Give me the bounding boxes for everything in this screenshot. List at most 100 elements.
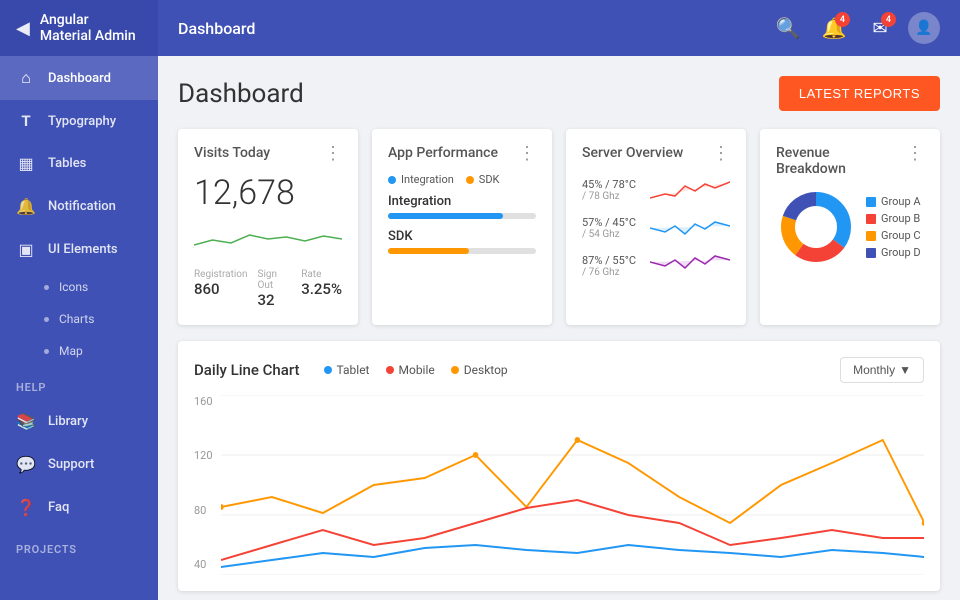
legend-tablet: Tablet	[324, 363, 370, 377]
performance-legend: Integration SDK	[388, 173, 536, 186]
server-row-2: 57% / 45°C / 54 Ghz	[582, 211, 730, 245]
desktop-point	[472, 452, 478, 458]
performance-bars: Integration SDK	[388, 194, 536, 254]
sidebar: ◀ Angular Material Admin ⌂ Dashboard T T…	[0, 0, 158, 600]
support-icon: 💬	[16, 455, 36, 474]
sdk-label: SDK	[479, 173, 500, 186]
sidebar-sub-item-charts[interactable]: Charts	[0, 303, 158, 335]
group-b-color	[866, 214, 876, 224]
group-d-color	[866, 248, 876, 258]
server-card-title: Server Overview	[582, 145, 683, 161]
server-card-header: Server Overview ⋮	[582, 145, 730, 163]
cards-row: Visits Today ⋮ 12,678 Registration 860 S…	[178, 129, 940, 325]
sdk-dot	[466, 176, 474, 184]
avatar[interactable]: 👤	[908, 12, 940, 44]
sidebar-item-faq[interactable]: ❓ Faq	[0, 486, 158, 529]
integration-bar-bg	[388, 213, 536, 219]
donut-legend-a: Group A	[866, 195, 921, 208]
desktop-label: Desktop	[464, 363, 508, 377]
page-title: Dashboard	[178, 79, 304, 109]
group-c-label: Group C	[881, 229, 921, 242]
notification-icon: 🔔	[16, 197, 36, 216]
stat-rate-value: 3.25%	[301, 280, 342, 298]
performance-card-menu[interactable]: ⋮	[518, 145, 536, 163]
monthly-button[interactable]: Monthly ▼	[840, 357, 924, 383]
message-badge: 4	[881, 12, 896, 27]
server-row-2-temp: 57% / 45°C	[582, 216, 636, 229]
y-label-40: 40	[194, 558, 213, 571]
section-help: HELP	[0, 367, 158, 400]
sidebar-item-ui-elements[interactable]: ▣ UI Elements	[0, 228, 158, 271]
ui-elements-icon: ▣	[16, 240, 36, 259]
legend-integration: Integration	[388, 173, 454, 186]
stat-registration: Registration 860	[194, 269, 248, 309]
group-a-color	[866, 197, 876, 207]
sidebar-sub-item-map[interactable]: Map	[0, 335, 158, 367]
sdk-bar-bg	[388, 248, 536, 254]
server-rows: 45% / 78°C / 78 Ghz 57% / 45°C / 54 Ghz	[582, 173, 730, 283]
latest-reports-button[interactable]: Latest Reports	[779, 76, 940, 111]
server-row-3: 87% / 55°C / 76 Ghz	[582, 249, 730, 283]
donut-legend-b: Group B	[866, 212, 921, 225]
sdk-bar-label: SDK	[388, 229, 536, 244]
sidebar-item-support[interactable]: 💬 Support	[0, 443, 158, 486]
sidebar-item-dashboard[interactable]: ⌂ Dashboard	[0, 56, 158, 100]
sidebar-item-typography[interactable]: T Typography	[0, 100, 158, 142]
sidebar-sub-item-icons[interactable]: Icons	[0, 271, 158, 303]
server-mini-chart-2	[650, 214, 730, 242]
group-d-label: Group D	[881, 246, 921, 259]
tablet-label: Tablet	[337, 363, 370, 377]
performance-card-title: App Performance	[388, 145, 498, 161]
server-row-2-sub: / 54 Ghz	[582, 229, 636, 240]
page-header: Dashboard Latest Reports	[178, 76, 940, 111]
sidebar-header: ◀ Angular Material Admin	[0, 0, 158, 56]
mobile-dot	[386, 366, 394, 374]
server-card-menu[interactable]: ⋮	[712, 145, 730, 163]
donut-chart	[776, 187, 856, 267]
server-row-1-temp: 45% / 78°C	[582, 178, 636, 191]
sidebar-item-label: Library	[48, 414, 88, 429]
sidebar-item-label: Tables	[48, 156, 86, 171]
desktop-point	[221, 504, 224, 510]
dot-icon	[44, 317, 49, 322]
visits-card-menu[interactable]: ⋮	[324, 145, 342, 163]
server-row-3-sub: / 76 Ghz	[582, 267, 636, 278]
donut-container: Group A Group B Group C Group D	[776, 187, 924, 267]
sidebar-item-label: Support	[48, 457, 94, 472]
revenue-card-title: Revenue	[776, 145, 846, 161]
revenue-card: Revenue Breakdown ⋮	[760, 129, 940, 325]
search-button[interactable]: 🔍	[770, 10, 806, 46]
server-mini-chart-1	[650, 176, 730, 204]
sidebar-item-label: Dashboard	[48, 71, 111, 86]
chart-title: Daily Line Chart	[194, 361, 300, 379]
server-row-2-info: 57% / 45°C / 54 Ghz	[582, 216, 636, 240]
visits-card: Visits Today ⋮ 12,678 Registration 860 S…	[178, 129, 358, 325]
sidebar-item-tables[interactable]: ▦ Tables	[0, 142, 158, 185]
sdk-bar-fill	[388, 248, 469, 254]
mobile-label: Mobile	[399, 363, 435, 377]
topbar-icons: 🔍 🔔 4 ✉ 4 👤	[770, 10, 940, 46]
stat-rate: Rate 3.25%	[301, 269, 342, 309]
topbar: Dashboard 🔍 🔔 4 ✉ 4 👤	[158, 0, 960, 56]
line-chart-card: Daily Line Chart Tablet Mobile Deskto	[178, 341, 940, 591]
back-icon[interactable]: ◀	[16, 18, 30, 39]
revenue-title-block: Revenue Breakdown	[776, 145, 846, 177]
desktop-dot	[451, 366, 459, 374]
revenue-card-menu[interactable]: ⋮	[906, 145, 924, 163]
integration-bar-label: Integration	[388, 194, 536, 209]
main-content: Dashboard 🔍 🔔 4 ✉ 4 👤 Dashboard Latest R…	[158, 0, 960, 600]
sidebar-sub-label: Charts	[59, 312, 94, 326]
desktop-point	[574, 437, 580, 443]
donut-legend-c: Group C	[866, 229, 921, 242]
notification-button[interactable]: 🔔 4	[816, 10, 852, 46]
faq-icon: ❓	[16, 498, 36, 517]
sidebar-item-notification[interactable]: 🔔 Notification	[0, 185, 158, 228]
sidebar-item-library[interactable]: 📚 Library	[0, 400, 158, 443]
server-row-1: 45% / 78°C / 78 Ghz	[582, 173, 730, 207]
sidebar-sub-label: Icons	[59, 280, 88, 294]
sidebar-item-label: Notification	[48, 199, 116, 214]
dot-icon	[44, 285, 49, 290]
message-button[interactable]: ✉ 4	[862, 10, 898, 46]
chart-header-left: Daily Line Chart Tablet Mobile Deskto	[194, 361, 508, 379]
revenue-card-subtitle: Breakdown	[776, 161, 846, 177]
